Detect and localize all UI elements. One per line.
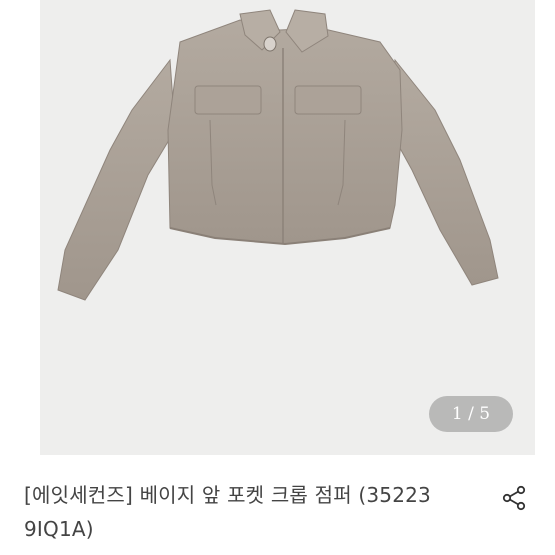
share-button[interactable] — [500, 484, 528, 512]
product-image[interactable]: 1 / 5 — [40, 0, 535, 455]
jacket-illustration — [57, 9, 499, 301]
image-counter: 1 / 5 — [429, 396, 513, 432]
share-icon — [502, 485, 526, 511]
product-title: [에잇세컨즈] 베이지 앞 포켓 크롭 점퍼 (35223 9IQ1A) — [24, 483, 431, 541]
